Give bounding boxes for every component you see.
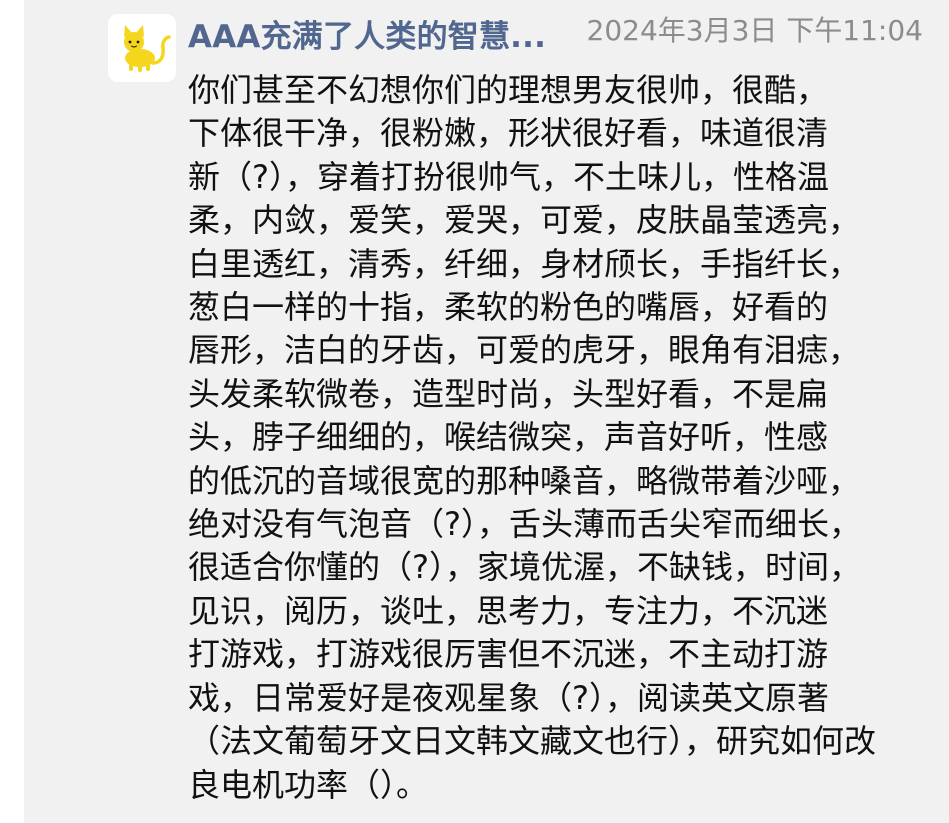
message-line: 你们甚至不幻想你们的理想男友很帅，很酷， xyxy=(188,71,829,109)
message-line: 柔，内敛，爱笑，爱哭，可爱，皮肤晶莹透亮， xyxy=(188,201,861,240)
message-line: 新（?），穿着打扮很帅气，不土味儿，性格温 xyxy=(188,157,829,196)
message-line: 戏，日常爱好是夜观星象（?），阅读英文原著 xyxy=(188,678,829,717)
message-line: 的低沉的音域很宽的那种嗓音，略微带着沙哑， xyxy=(188,461,861,500)
message-line: （法文葡萄牙文日文韩文藏文也行），研究如何改 xyxy=(188,722,877,761)
message-line: 头发柔软微卷，造型时尚，头型好看，不是扁 xyxy=(188,374,829,413)
message-timestamp: 2024年3月3日 下午11:04 xyxy=(586,14,923,47)
message-header: AAA充满了人类的智慧... 2024年3月3日 下午11:04 xyxy=(188,12,923,62)
message-line: 绝对没有气泡音（?），舌头薄而舌尖窄而细长， xyxy=(188,505,861,544)
message-line: 下体很干净，很粉嫩，形状很好看，味道很清 xyxy=(188,114,829,153)
message-line: 见识，阅历，谈吐，思考力，专注力，不沉迷 xyxy=(188,591,829,630)
message-line: 唇形，洁白的牙齿，可爱的虎牙，眼角有泪痣， xyxy=(188,331,861,370)
message-body: 你们甚至不幻想你们的理想男友很帅，很酷， 下体很干净，很粉嫩，形状很好看，味道很… xyxy=(188,69,923,807)
yellow-cat-icon xyxy=(124,25,171,72)
message-line: 很适合你懂的（?），家境优渥，不缺钱，时间， xyxy=(188,548,861,587)
sender-name[interactable]: AAA充满了人类的智慧... xyxy=(188,12,546,62)
message-line: 头，脖子细细的，喉结微突，声音好听，性感 xyxy=(188,418,829,457)
message-line: 良电机功率（）。 xyxy=(188,765,429,804)
message-line: 打游戏，打游戏很厉害但不沉迷，不主动打游 xyxy=(188,635,829,674)
message-line: 白里透红，清秀，纤细，身材颀长，手指纤长， xyxy=(188,244,861,283)
avatar[interactable] xyxy=(108,14,176,82)
message-line: 葱白一样的十指，柔软的粉色的嘴唇，好看的 xyxy=(188,288,829,327)
